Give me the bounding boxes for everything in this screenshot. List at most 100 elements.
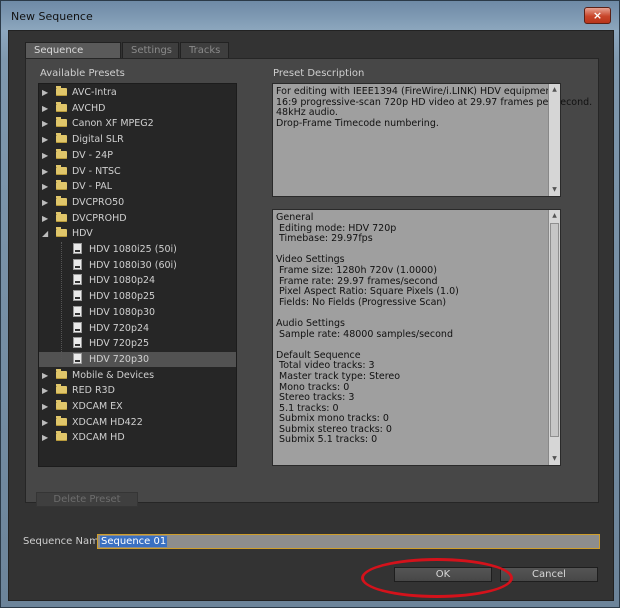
preset-item-row[interactable]: HDV 720p24 <box>39 321 236 336</box>
preset-item-row[interactable]: HDV 1080p24 <box>39 273 236 288</box>
preset-folder-row[interactable]: ▶ RED R3D <box>39 383 236 398</box>
sequence-name-input[interactable]: Sequence 01 <box>97 534 600 549</box>
preset-summary-box[interactable]: General Editing mode: HDV 720p Timebase:… <box>272 209 561 466</box>
folder-icon <box>56 148 67 159</box>
delete-preset-button[interactable]: Delete Preset <box>36 492 138 507</box>
preset-folder-row[interactable]: ▶ AVCHD <box>39 101 236 116</box>
preset-folder-row[interactable]: ▶ XDCAM HD <box>39 430 236 445</box>
collapsed-arrow-icon[interactable]: ▶ <box>42 368 52 383</box>
preset-file-icon <box>73 305 82 317</box>
preset-label: Digital SLR <box>72 134 124 146</box>
collapsed-arrow-icon[interactable]: ▶ <box>42 164 52 179</box>
preset-file-icon <box>73 274 82 286</box>
collapsed-arrow-icon[interactable]: ▶ <box>42 132 52 147</box>
folder-icon <box>56 117 67 128</box>
preset-file-icon <box>73 243 82 254</box>
expanded-arrow-icon[interactable]: ◢ <box>42 226 52 241</box>
preset-folder-row[interactable]: ▶ DVCPRO50 <box>39 195 236 210</box>
collapsed-arrow-icon[interactable]: ▶ <box>42 415 52 430</box>
collapsed-arrow-icon[interactable]: ▶ <box>42 85 52 100</box>
cancel-button[interactable]: Cancel <box>500 567 598 582</box>
preset-label: HDV 720p25 <box>89 338 150 350</box>
collapsed-arrow-icon[interactable]: ▶ <box>42 148 52 163</box>
preset-file-icon <box>73 352 82 364</box>
preset-summary-text: General Editing mode: HDV 720p Timebase:… <box>276 212 547 446</box>
preset-folder-row[interactable]: ▶ XDCAM HD422 <box>39 415 236 430</box>
scroll-down-arrow-icon[interactable]: ▼ <box>549 184 560 196</box>
folder-icon <box>56 101 67 112</box>
preset-file-icon <box>73 321 82 333</box>
preset-label: AVC-Intra <box>72 87 117 98</box>
collapsed-arrow-icon[interactable]: ▶ <box>42 179 52 194</box>
collapsed-arrow-icon[interactable]: ▶ <box>42 211 52 226</box>
collapsed-arrow-icon[interactable]: ▶ <box>42 195 52 210</box>
summary-scroll-thumb[interactable] <box>550 223 559 437</box>
collapsed-arrow-icon[interactable]: ▶ <box>42 399 52 414</box>
folder-icon <box>56 195 67 206</box>
folder-icon <box>56 211 67 222</box>
folder-icon <box>56 86 67 96</box>
title-bar[interactable]: New Sequence × <box>1 1 620 31</box>
preset-label: XDCAM HD <box>72 432 125 444</box>
preset-label: DVCPROHD <box>72 212 127 224</box>
collapsed-arrow-icon[interactable]: ▶ <box>42 116 52 131</box>
ok-highlight-annotation <box>361 558 513 598</box>
scroll-up-arrow-icon[interactable]: ▲ <box>549 210 560 222</box>
collapsed-arrow-icon[interactable]: ▶ <box>42 430 52 445</box>
close-button[interactable]: × <box>584 7 611 24</box>
collapsed-arrow-icon[interactable]: ▶ <box>42 101 52 116</box>
summary-line: Master track type: Stereo <box>276 370 401 382</box>
preset-folder-row[interactable]: ▶ Mobile & Devices <box>39 368 236 383</box>
preset-label: AVCHD <box>72 102 106 114</box>
preset-description-heading: Preset Description <box>273 68 365 79</box>
available-presets-heading: Available Presets <box>40 68 125 79</box>
preset-folder-row[interactable]: ▶ XDCAM EX <box>39 399 236 414</box>
preset-label: Canon XF MPEG2 <box>72 118 154 130</box>
collapsed-arrow-icon[interactable]: ▶ <box>42 383 52 398</box>
preset-item-row[interactable]: HDV 1080i25 (50i) <box>39 242 236 257</box>
preset-file-icon <box>73 290 82 302</box>
scroll-up-arrow-icon[interactable]: ▲ <box>549 84 560 96</box>
folder-icon <box>56 384 67 395</box>
preset-item-row[interactable]: HDV 1080p25 <box>39 289 236 304</box>
folder-icon <box>56 227 67 238</box>
preset-folder-row[interactable]: ▶ Canon XF MPEG2 <box>39 116 236 131</box>
sequence-name-label: Sequence Name: <box>23 536 109 547</box>
preset-file-icon <box>73 337 82 349</box>
tab-panel: Available Presets Preset Description ▶ AV… <box>25 58 599 503</box>
preset-label: HDV 1080p25 <box>89 291 156 303</box>
summary-scrollbar[interactable]: ▲ ▼ <box>548 210 560 465</box>
preset-label: DVCPRO50 <box>72 196 125 208</box>
preset-item-row[interactable]: HDV 1080i30 (60i) <box>39 258 236 273</box>
preset-label: HDV <box>72 228 93 240</box>
summary-line: Timebase: 29.97fps <box>276 233 373 245</box>
scroll-down-arrow-icon[interactable]: ▼ <box>549 453 560 465</box>
preset-label: HDV 1080p30 <box>89 306 156 318</box>
summary-line: Audio Settings <box>276 317 345 329</box>
preset-label: HDV 1080p24 <box>89 275 156 287</box>
tab-settings[interactable]: Settings <box>122 42 179 58</box>
preset-folder-row[interactable]: ◢ HDV <box>39 226 236 241</box>
preset-label: HDV 1080i25 (50i) <box>89 244 177 255</box>
summary-line: General <box>276 212 314 223</box>
description-scrollbar[interactable]: ▲ ▼ <box>548 84 560 196</box>
preset-folder-row[interactable]: ▶ Digital SLR <box>39 132 236 147</box>
preset-folder-row[interactable]: ▶ DV - NTSC <box>39 164 236 179</box>
preset-folder-row[interactable]: ▶ DV - 24P <box>39 148 236 163</box>
tab-tracks[interactable]: Tracks <box>180 42 229 58</box>
preset-folder-row[interactable]: ▶ DV - PAL <box>39 179 236 194</box>
preset-description-box[interactable]: For editing with IEEE1394 (FireWire/i.LI… <box>272 83 592 197</box>
sequence-name-value: Sequence 01 <box>100 536 168 547</box>
preset-folder-row[interactable]: ▶ DVCPROHD <box>39 211 236 226</box>
tab-sequence-presets[interactable]: Sequence Presets <box>25 42 121 71</box>
window-title: New Sequence <box>11 10 93 23</box>
folder-icon <box>56 133 67 144</box>
presets-tree[interactable]: ▶ AVC-Intra ▶ AVCHD ▶ Canon XF MPEG2 ▶ Digital … <box>38 83 237 467</box>
preset-label: XDCAM EX <box>72 401 123 412</box>
preset-item-row[interactable]: HDV 720p30 <box>39 351 236 367</box>
preset-file-icon <box>73 258 82 270</box>
preset-folder-row[interactable]: ▶ AVC-Intra <box>39 85 236 100</box>
preset-item-row[interactable]: HDV 1080p30 <box>39 305 236 320</box>
preset-label: Mobile & Devices <box>72 369 155 381</box>
preset-item-row[interactable]: HDV 720p25 <box>39 336 236 351</box>
